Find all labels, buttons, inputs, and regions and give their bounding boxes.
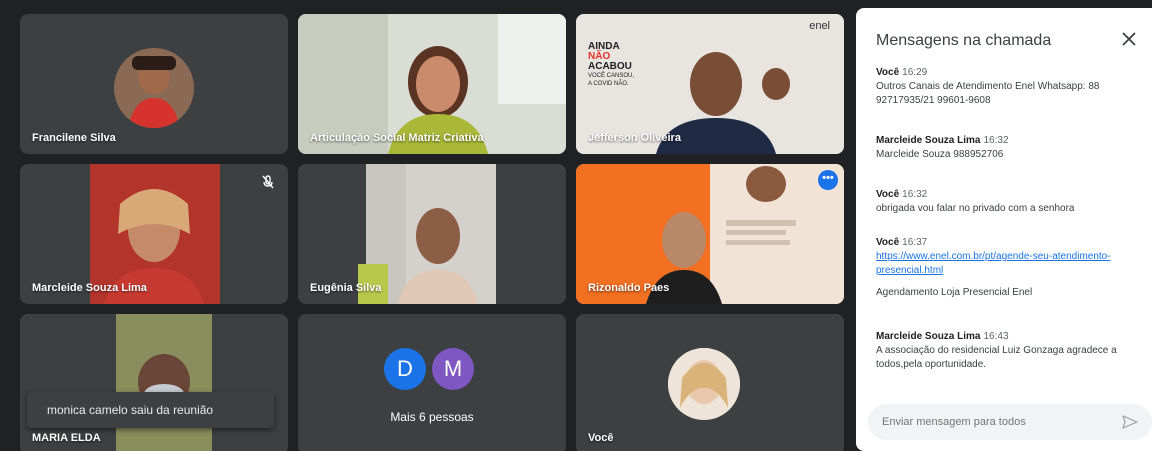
avatar-d: D <box>384 348 426 390</box>
video-grid: Francilene Silva Articulação Social Matr… <box>0 0 856 451</box>
participant-left-toast: monica camelo saiu da reunião <box>27 392 274 428</box>
close-icon[interactable] <box>1120 30 1138 48</box>
chat-message-input[interactable] <box>882 404 1102 440</box>
chat-message: Marcleide Souza Lima 16:43 A associação d… <box>876 330 1141 372</box>
participant-name: Você <box>588 432 614 444</box>
participant-tile-francilene[interactable]: Francilene Silva <box>20 14 288 154</box>
participant-tile-articulacao[interactable]: Articulação Social Matriz Criativa <box>298 14 566 154</box>
enel-logo: enel <box>809 20 830 32</box>
participant-tile-marcleide[interactable]: Marcleide Souza Lima <box>20 164 288 304</box>
message-sender: Marcleide Souza Lima <box>876 135 981 146</box>
participant-tile-maria-elda[interactable]: MARIA ELDA <box>20 314 288 451</box>
banner-text: AINDA NÃO ACABOU VOCÊ CANSOU, A COVID NÃ… <box>588 41 635 88</box>
mic-off-icon <box>262 175 274 189</box>
participant-name: Rizonaldo Paes <box>588 282 670 294</box>
participant-name: Francilene Silva <box>32 132 116 144</box>
more-people-tile[interactable]: D M Mais 6 pessoas <box>298 314 566 451</box>
message-sender: Você <box>876 67 900 78</box>
message-link[interactable]: https://www.enel.com.br/pt/agende-seu-at… <box>876 251 1111 276</box>
message-time: 16:32 <box>902 189 928 200</box>
participant-name: MARIA ELDA <box>32 432 101 444</box>
chat-panel: Mensagens na chamada Você 16:29 Outros Ca… <box>856 8 1152 451</box>
participant-name: Jefferson Oliveira <box>588 132 681 144</box>
message-text: Outros Canais de Atendimento Enel Whatsa… <box>876 81 1100 106</box>
avatar-m: M <box>432 348 474 390</box>
message-text: Marcleide Souza 988952706 <box>876 149 1004 160</box>
chat-message: Você 16:32 obrigada vou falar no privado … <box>876 188 1141 216</box>
avatar <box>114 48 194 128</box>
message-time: 16:29 <box>902 67 928 78</box>
participant-name: Articulação Social Matriz Criativa <box>310 132 484 144</box>
chat-title: Mensagens na chamada <box>876 32 1052 49</box>
send-icon[interactable] <box>1122 414 1138 430</box>
message-text: obrigada vou falar no privado com a senh… <box>876 203 1075 214</box>
message-time: 16:43 <box>983 331 1009 342</box>
chat-message: Você 16:29 Outros Canais de Atendimento E… <box>876 66 1141 108</box>
message-sender: Você <box>876 237 900 248</box>
message-sender: Você <box>876 189 900 200</box>
participant-tile-rizonaldo[interactable]: ••• Rizonaldo Paes <box>576 164 844 304</box>
participant-tile-eugenia[interactable]: Eugênia Silva <box>298 164 566 304</box>
self-tile[interactable]: Você <box>576 314 844 451</box>
participant-tile-jefferson[interactable]: enel AINDA NÃO ACABOU VOCÊ CANSOU, A COV… <box>576 14 844 154</box>
avatar <box>668 348 740 420</box>
message-time: 16:32 <box>983 135 1009 146</box>
message-text: A associação do residencial Luiz Gonzaga… <box>876 345 1117 370</box>
more-options-icon[interactable]: ••• <box>818 170 838 190</box>
chat-input-container <box>868 404 1152 440</box>
more-people-label: Mais 6 pessoas <box>390 410 474 424</box>
message-sender: Marcleide Souza Lima <box>876 331 981 342</box>
participant-name: Marcleide Souza Lima <box>32 282 147 294</box>
participant-name: Eugênia Silva <box>310 282 382 294</box>
message-time: 16:37 <box>902 237 928 248</box>
chat-message: Marcleide Souza Lima 16:32 Marcleide Souz… <box>876 134 1141 162</box>
chat-message: Você 16:37 https://www.enel.com.br/pt/age… <box>876 236 1141 300</box>
message-text: Agendamento Loja Presencial Enel <box>876 287 1033 298</box>
